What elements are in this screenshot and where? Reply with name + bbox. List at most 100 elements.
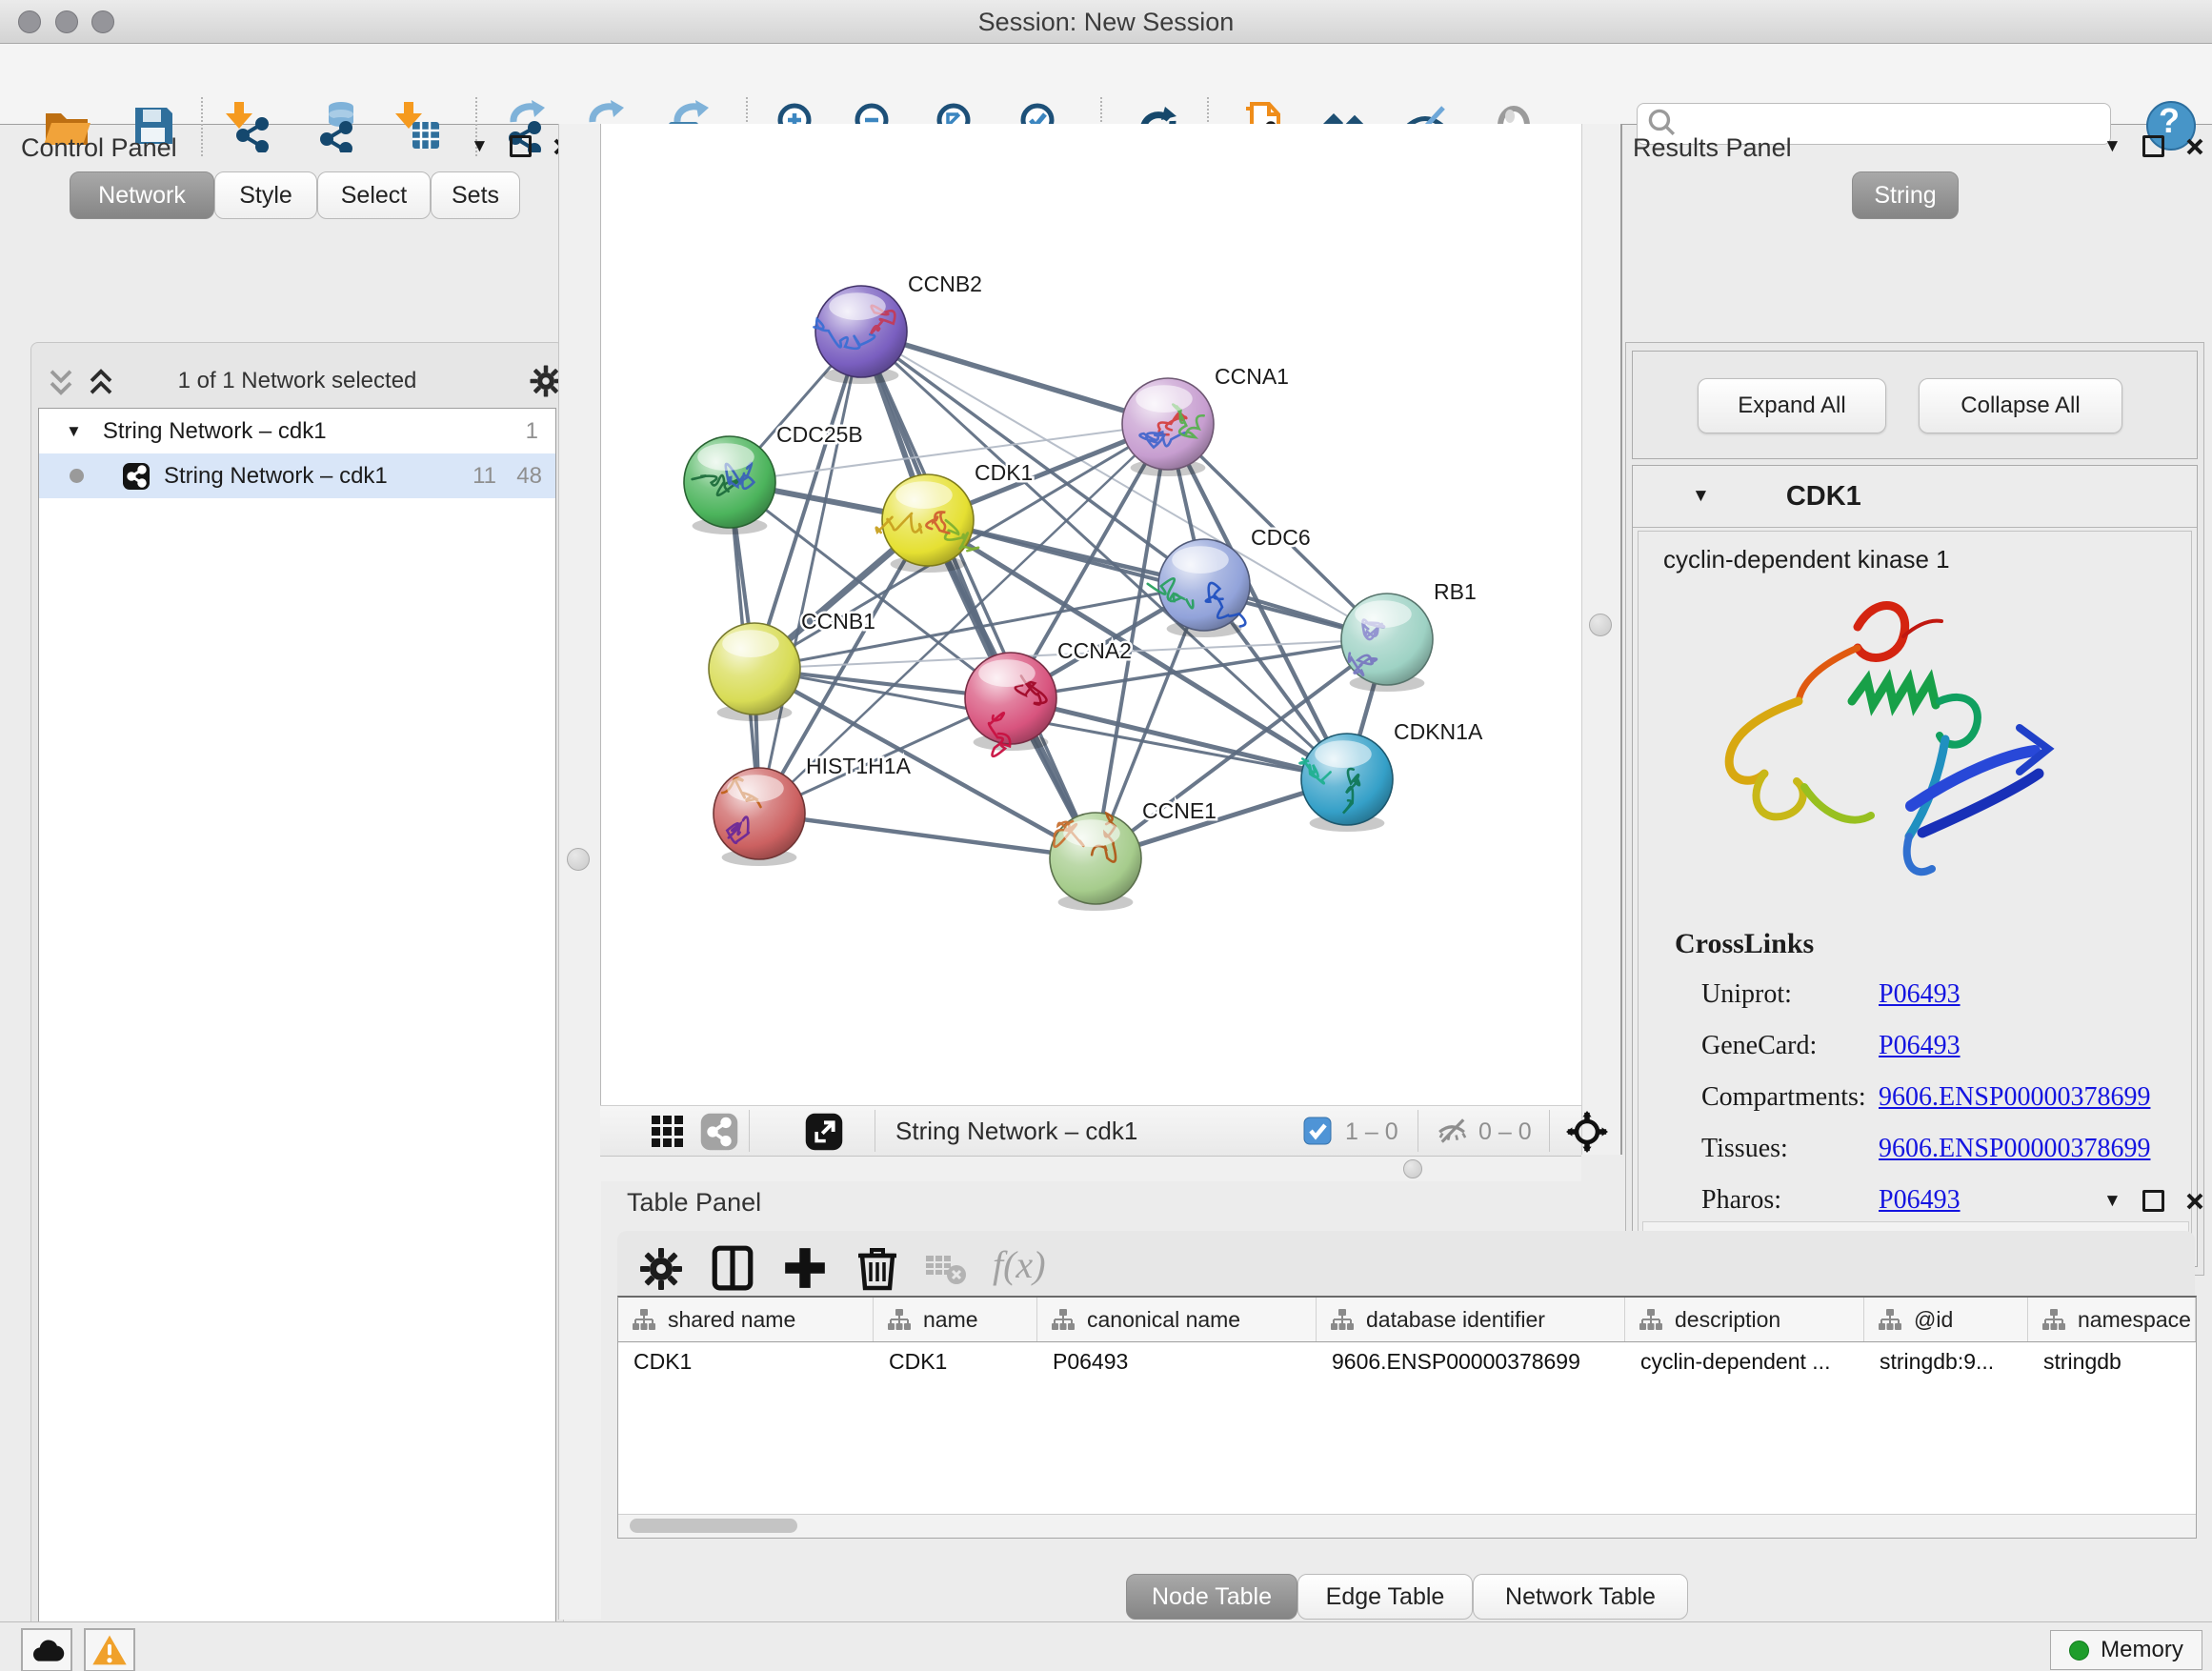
network-view-canvas[interactable]: CCNB2CCNA1CDC25BCDK1CDC6RB1CCNB1CCNA2CDK…: [600, 124, 1582, 1105]
scrollbar-thumb[interactable]: [630, 1519, 797, 1533]
cloud-button[interactable]: [21, 1628, 72, 1671]
tab-style[interactable]: Style: [214, 171, 317, 219]
show-columns-icon[interactable]: [709, 1244, 756, 1292]
node-RB1[interactable]: RB1: [1341, 579, 1477, 692]
node-HIST1H1A[interactable]: HIST1H1A: [714, 754, 912, 866]
network-collection-row[interactable]: ▼ String Network – cdk1 1: [39, 409, 555, 453]
crosslink-row: Tissues:9606.ENSP00000378699: [1639, 1124, 2191, 1176]
table-body: CDK1CDK1P064939606.ENSP00000378699cyclin…: [618, 1342, 2196, 1380]
string-network-icon: [122, 462, 151, 491]
expand-all-button[interactable]: Expand All: [1698, 378, 1886, 433]
tab-node-table[interactable]: Node Table: [1126, 1574, 1297, 1620]
collapse-panel-icon[interactable]: ▼: [2103, 1192, 2122, 1210]
crosslink-link[interactable]: P06493: [1879, 1031, 1961, 1061]
delete-column-icon[interactable]: [854, 1242, 901, 1292]
crosslink-link[interactable]: P06493: [1879, 979, 1961, 1010]
column-header-@id[interactable]: @id: [1864, 1298, 2028, 1341]
table-panel-tabs: Node TableEdge TableNetwork Table: [1126, 1574, 1688, 1620]
collapse-panel-icon[interactable]: ▼: [2103, 137, 2122, 155]
gene-section: ▼ CDK1 cyclin-dependent kinase 1: [1632, 465, 2198, 1267]
network-graph[interactable]: CCNB2CCNA1CDC25BCDK1CDC6RB1CCNB1CCNA2CDK…: [601, 124, 1582, 1105]
close-panel-icon[interactable]: [2185, 1192, 2204, 1211]
crosslink-link[interactable]: 9606.ENSP00000378699: [1879, 1082, 2150, 1113]
network-view-title: String Network – cdk1: [895, 1117, 1137, 1146]
edge-count: 48: [516, 463, 542, 490]
control-panel-tabs: NetworkStyleSelectSets: [70, 171, 520, 219]
node-label-RB1: RB1: [1434, 579, 1477, 604]
float-panel-icon[interactable]: [2142, 1190, 2164, 1212]
cloud-icon: [28, 1635, 66, 1665]
tab-string[interactable]: String: [1852, 171, 1959, 219]
table-panel-window-controls: ▼: [2103, 1190, 2204, 1212]
column-header-label: name: [923, 1307, 978, 1333]
horizontal-splitter-handle[interactable]: [1403, 1159, 1422, 1178]
add-column-icon[interactable]: [781, 1244, 829, 1292]
column-header-description[interactable]: description: [1625, 1298, 1864, 1341]
column-header-label: canonical name: [1087, 1307, 1240, 1333]
detach-view-icon[interactable]: [804, 1112, 844, 1152]
node-CDC25B[interactable]: CDC25B: [684, 422, 863, 534]
node-count: 11: [473, 463, 496, 490]
column-header-canonical-name[interactable]: canonical name: [1037, 1298, 1317, 1341]
right-splitter[interactable]: [1581, 124, 1622, 1155]
tab-network[interactable]: Network: [70, 171, 214, 219]
tab-edge-table[interactable]: Edge Table: [1297, 1574, 1473, 1620]
crosslink-row: Compartments:9606.ENSP00000378699: [1639, 1073, 2191, 1124]
section-expander-icon[interactable]: ▼: [1692, 486, 1710, 507]
gene-section-header[interactable]: ▼ CDK1: [1633, 466, 2197, 528]
share-view-icon[interactable]: [699, 1112, 739, 1152]
horizontal-splitter[interactable]: [600, 1156, 1581, 1181]
birds-eye-view-icon[interactable]: [1566, 1111, 1608, 1153]
node-table: shared name name canonical name database id…: [617, 1296, 2197, 1539]
edge-CCNB2-CCNA1[interactable]: [861, 332, 1168, 424]
warning-button[interactable]: [84, 1628, 135, 1671]
selected-checkbox-icon[interactable]: [1303, 1117, 1332, 1145]
close-panel-icon[interactable]: [2185, 137, 2204, 156]
column-type-icon: [1051, 1308, 1076, 1331]
memory-button[interactable]: Memory: [2050, 1630, 2202, 1670]
toolbar-separator: [749, 1110, 750, 1152]
float-panel-icon[interactable]: [510, 135, 532, 157]
node-label-CDKN1A: CDKN1A: [1394, 719, 1483, 744]
grid-view-icon[interactable]: [650, 1114, 686, 1150]
edge-HIST1H1A-CCNE1[interactable]: [759, 814, 1096, 858]
column-header-shared-name[interactable]: shared name: [618, 1298, 874, 1341]
column-header-namespace[interactable]: namespace: [2028, 1298, 2196, 1341]
results-panel-window-controls: ▼: [2103, 135, 2204, 157]
table-row[interactable]: CDK1CDK1P064939606.ENSP00000378699cyclin…: [618, 1342, 2196, 1380]
column-type-icon: [1639, 1308, 1663, 1331]
gene-section-body: cyclin-dependent kinase 1: [1638, 531, 2192, 1243]
collapse-all-button[interactable]: Collapse All: [1919, 378, 2122, 433]
column-header-label: database identifier: [1366, 1307, 1545, 1333]
network-row-selected[interactable]: String Network – cdk1 11 48: [39, 453, 555, 498]
edge-CCNB2-CCNE1[interactable]: [861, 332, 1096, 858]
table-horizontal-scrollbar[interactable]: [618, 1514, 2196, 1538]
float-panel-icon[interactable]: [2142, 135, 2164, 157]
column-header-database-identifier[interactable]: database identifier: [1317, 1298, 1625, 1341]
table-cell: stringdb:9...: [1864, 1342, 2028, 1380]
results-button-bar: Expand All Collapse All: [1632, 351, 2198, 459]
tab-network-table[interactable]: Network Table: [1473, 1574, 1688, 1620]
column-header-name[interactable]: name: [874, 1298, 1037, 1341]
tab-sets[interactable]: Sets: [431, 171, 520, 219]
column-type-icon: [632, 1308, 656, 1331]
control-panel-title: Control Panel: [21, 133, 177, 163]
protein-structure-image: [1705, 585, 2058, 909]
node-label-CCNE1: CCNE1: [1142, 798, 1217, 823]
edge-CDK1-RB1[interactable]: [928, 520, 1387, 639]
left-splitter[interactable]: [558, 124, 601, 1620]
network-tree: ▼ String Network – cdk1 1 String Network…: [38, 408, 556, 1671]
right-splitter-handle[interactable]: [1589, 614, 1612, 636]
network-subpanel: 1 of 1 Network selected ▼ String Network…: [30, 342, 564, 1671]
left-splitter-handle[interactable]: [567, 848, 590, 871]
collapse-panel-icon[interactable]: ▼: [471, 137, 489, 155]
node-label-CDK1: CDK1: [975, 460, 1033, 485]
network-list-header: 1 of 1 Network selected: [37, 360, 557, 404]
window-title: Session: New Session: [0, 8, 2212, 37]
tree-expander-icon[interactable]: ▼: [66, 422, 82, 441]
crosslink-link[interactable]: 9606.ENSP00000378699: [1879, 1134, 2150, 1164]
node-label-CCNA1: CCNA1: [1215, 364, 1289, 389]
collection-count: 1: [526, 418, 538, 445]
table-settings-gear-icon[interactable]: [638, 1246, 684, 1292]
tab-select[interactable]: Select: [317, 171, 431, 219]
